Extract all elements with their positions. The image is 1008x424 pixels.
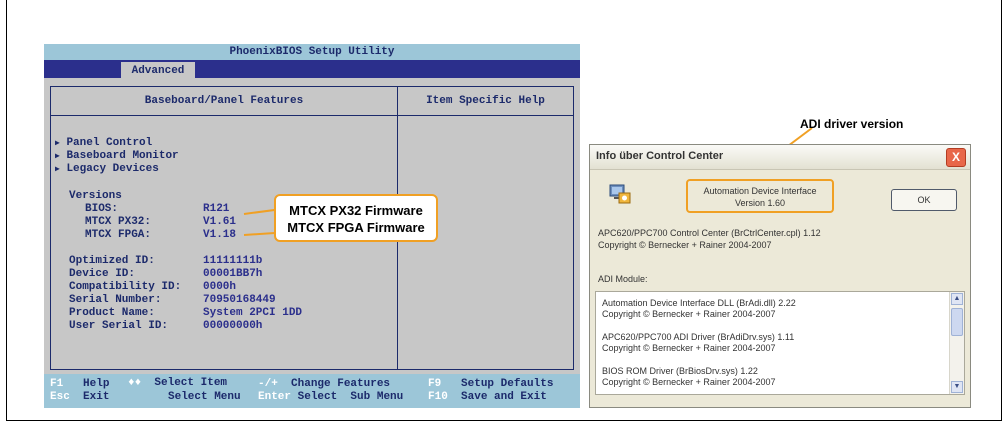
info-value: 00001BB7h bbox=[203, 268, 263, 280]
module-name: APC620/PPC700 ADI Driver (BrAdiDrv.sys) … bbox=[602, 332, 795, 342]
info-value: 0000h bbox=[203, 281, 237, 293]
versions-label: Versions bbox=[69, 190, 122, 202]
module-copyright: Copyright © Bernecker + Rainer 2004-2007 bbox=[602, 377, 776, 387]
info-label: Product Name: bbox=[69, 307, 155, 319]
bios-title: PhoenixBIOS Setup Utility bbox=[44, 44, 580, 60]
version-value: R121 bbox=[203, 203, 230, 215]
module-name: Automation Device Interface DLL (BrAdi.d… bbox=[602, 298, 796, 308]
info-label: Compatibility ID: bbox=[69, 281, 182, 293]
arrow-right-icon: ▶ bbox=[55, 165, 60, 174]
adi-driver-version-label: ADI driver version bbox=[800, 117, 904, 131]
modules-scrollbar[interactable]: ▲ ▼ bbox=[949, 292, 964, 394]
module-copyright: Copyright © Bernecker + Rainer 2004-2007 bbox=[602, 343, 776, 353]
callout-line-px32: MTCX PX32 Firmware bbox=[289, 203, 423, 218]
key-f10-save-exit[interactable]: F10 Save and Exit bbox=[428, 391, 547, 404]
bios-footer: F1 Help ♦♦ Select Item -/+ Change Featur… bbox=[44, 374, 580, 408]
control-center-icon bbox=[609, 184, 631, 204]
control-center-version: APC620/PPC700 Control Center (BrCtrlCent… bbox=[598, 228, 821, 238]
close-button[interactable]: X bbox=[946, 148, 966, 167]
info-label: Optimized ID: bbox=[69, 255, 155, 267]
key-f9-setup-defaults[interactable]: F9 Setup Defaults bbox=[428, 378, 553, 391]
module-copyright: Copyright © Bernecker + Rainer 2004-2007 bbox=[602, 309, 776, 319]
info-label: User Serial ID: bbox=[69, 320, 169, 332]
menu-item-baseboard-monitor[interactable]: ▶ Baseboard Monitor bbox=[55, 150, 179, 163]
modules-label: ADI Module: bbox=[598, 274, 648, 284]
version-label: MTCX PX32: bbox=[85, 216, 152, 228]
scroll-up-icon[interactable]: ▲ bbox=[951, 293, 963, 305]
version-value: V1.18 bbox=[203, 229, 237, 241]
modules-list[interactable]: Automation Device Interface DLL (BrAdi.d… bbox=[595, 291, 965, 395]
info-value: System 2PCI 1DD bbox=[203, 307, 303, 319]
tab-advanced[interactable]: Advanced bbox=[121, 62, 195, 80]
scroll-down-icon[interactable]: ▼ bbox=[951, 381, 963, 393]
info-value: 70950168449 bbox=[203, 294, 276, 306]
dialog-titlebar: Info über Control Center X bbox=[590, 145, 970, 170]
version-value: V1.61 bbox=[203, 216, 237, 228]
version-label: MTCX FPGA: bbox=[85, 229, 152, 241]
key-f1-help[interactable]: F1 Help bbox=[50, 378, 109, 391]
firmware-callout: MTCX PX32 Firmware MTCX FPGA Firmware bbox=[274, 194, 438, 242]
info-value: 00000000h bbox=[203, 320, 263, 332]
dialog-title: Info über Control Center bbox=[596, 150, 724, 162]
menu-item-legacy-devices[interactable]: ▶ Legacy Devices bbox=[55, 163, 159, 176]
module-name: BIOS ROM Driver (BrBiosDrv.sys) 1.22 bbox=[602, 366, 758, 376]
control-center-copyright: Copyright © Bernecker + Rainer 2004-2007 bbox=[598, 240, 772, 250]
key-select-menu[interactable]: Select Menu bbox=[168, 391, 241, 404]
info-label: Device ID: bbox=[69, 268, 136, 280]
arrow-right-icon: ▶ bbox=[55, 139, 60, 148]
version-label: BIOS: bbox=[85, 203, 119, 215]
menu-item-panel-control[interactable]: ▶ Panel Control bbox=[55, 137, 152, 150]
help-title: Item Specific Help bbox=[398, 87, 573, 116]
key-esc-exit[interactable]: Esc Exit bbox=[50, 391, 109, 404]
ok-button[interactable]: OK bbox=[891, 189, 957, 211]
section-title: Baseboard/Panel Features bbox=[51, 87, 397, 116]
info-label: Serial Number: bbox=[69, 294, 162, 306]
adi-highlight bbox=[686, 179, 834, 213]
key-enter-sub-menu[interactable]: Enter Select Sub Menu bbox=[258, 391, 403, 404]
info-value: 11111111b bbox=[203, 255, 263, 267]
key-change-features[interactable]: -/+ Change Features bbox=[258, 378, 390, 391]
callout-line-fpga: MTCX FPGA Firmware bbox=[287, 220, 425, 235]
arrow-right-icon: ▶ bbox=[55, 152, 60, 161]
key-arrows-select-item[interactable]: ♦♦ Select Item bbox=[128, 377, 227, 390]
info-dialog: Info über Control Center X Automation De… bbox=[589, 144, 971, 408]
scroll-thumb[interactable] bbox=[951, 308, 963, 336]
